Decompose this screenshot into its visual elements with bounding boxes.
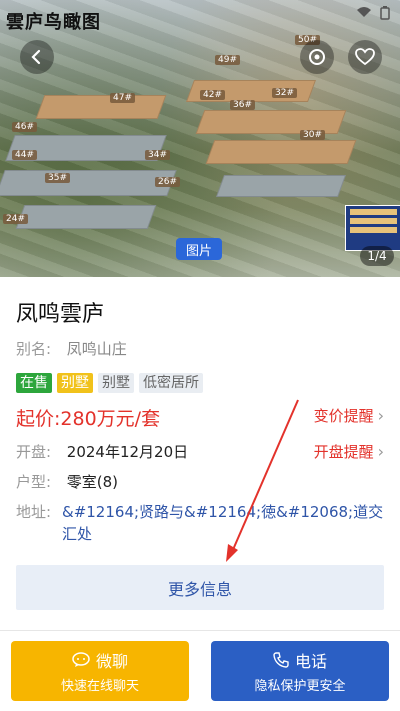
more-info-button[interactable]: 更多信息	[16, 565, 384, 610]
vr-button[interactable]	[300, 40, 334, 74]
building-label: 24#	[3, 214, 28, 224]
type-label: 户型:	[16, 473, 52, 491]
building-block	[205, 140, 357, 164]
unit-type-row: 户型: 零室(8)	[16, 471, 118, 492]
picture-tab[interactable]: 图片	[176, 238, 222, 260]
battery-icon	[380, 6, 390, 20]
chevron-right-icon: ›	[377, 406, 384, 425]
vr-icon	[309, 49, 325, 65]
building-label: 49#	[215, 55, 240, 65]
building-block	[15, 205, 157, 229]
open-date-row: 开盘: 2024年12月20日	[16, 441, 188, 462]
tag-on-sale: 在售	[16, 373, 52, 393]
favorite-button[interactable]	[348, 40, 382, 74]
chevron-left-icon	[31, 49, 41, 65]
building-block	[35, 95, 167, 119]
status-bar	[356, 6, 390, 20]
page-indicator: 1/4	[360, 246, 394, 266]
alias-row: 别名: 凤鸣山庄	[16, 338, 127, 359]
phone-icon	[273, 652, 289, 668]
building-label: 34#	[145, 150, 170, 160]
aerial-view-image[interactable]: 49# 50# 42# 36# 32# 30# 47# 46# 44# 34# …	[0, 0, 400, 277]
open-date: 2024年12月20日	[66, 443, 189, 461]
building-block	[215, 175, 347, 197]
building-block	[0, 170, 177, 196]
tag-list: 在售 别墅 别墅 低密居所	[16, 373, 203, 393]
chat-sub-label: 快速在线聊天	[60, 679, 139, 694]
building-label: 30#	[300, 130, 325, 140]
open-alert-link[interactable]: 开盘提醒 ›	[314, 441, 384, 462]
image-title: 雲庐鸟瞰图	[6, 12, 101, 33]
wifi-icon	[357, 7, 371, 17]
building-label: 47#	[110, 93, 135, 103]
phone-sub-label: 隐私保护更安全	[254, 679, 346, 694]
open-label: 开盘:	[16, 443, 52, 461]
address-row: 地址: &#12164;贤路与&#12164;徳&#12068;道交汇处	[16, 501, 388, 545]
back-button[interactable]	[20, 40, 54, 74]
building-label: 44#	[12, 150, 37, 160]
phone-button[interactable]: 电话 隐私保护更安全	[211, 641, 389, 701]
alias-label: 别名:	[16, 340, 52, 358]
map-legend-panel	[345, 205, 400, 251]
address-value[interactable]: &#12164;贤路与&#12164;徳&#12068;道交汇处	[62, 501, 384, 545]
address-label: 地址:	[16, 503, 52, 521]
type-value: 零室(8)	[66, 473, 119, 491]
building-label: 32#	[272, 88, 297, 98]
alias-value: 凤鸣山庄	[66, 340, 127, 358]
chat-main-label: 微聊	[95, 652, 128, 671]
chat-button[interactable]: 微聊 快速在线聊天	[11, 641, 189, 701]
chevron-right-icon: ›	[377, 442, 384, 461]
building-label: 42#	[200, 90, 225, 100]
heart-icon	[355, 48, 375, 66]
building-label: 35#	[45, 173, 70, 183]
tag-low-density: 低密居所	[139, 373, 203, 393]
price-alert-link[interactable]: 变价提醒 ›	[314, 405, 384, 426]
phone-main-label: 电话	[294, 652, 327, 671]
chat-bubble-icon	[72, 652, 90, 667]
starting-price: 起价:280万元/套	[16, 408, 161, 430]
building-label: 26#	[155, 177, 180, 187]
open-alert-label: 开盘提醒	[313, 443, 374, 461]
tag-villa: 别墅	[57, 373, 93, 393]
project-name: 凤鸣雲庐	[16, 302, 105, 327]
price-alert-label: 变价提醒	[313, 407, 374, 425]
divider	[0, 630, 400, 631]
building-label: 36#	[230, 100, 255, 110]
building-label: 46#	[12, 122, 37, 132]
tag-villa-secondary: 别墅	[98, 373, 134, 393]
